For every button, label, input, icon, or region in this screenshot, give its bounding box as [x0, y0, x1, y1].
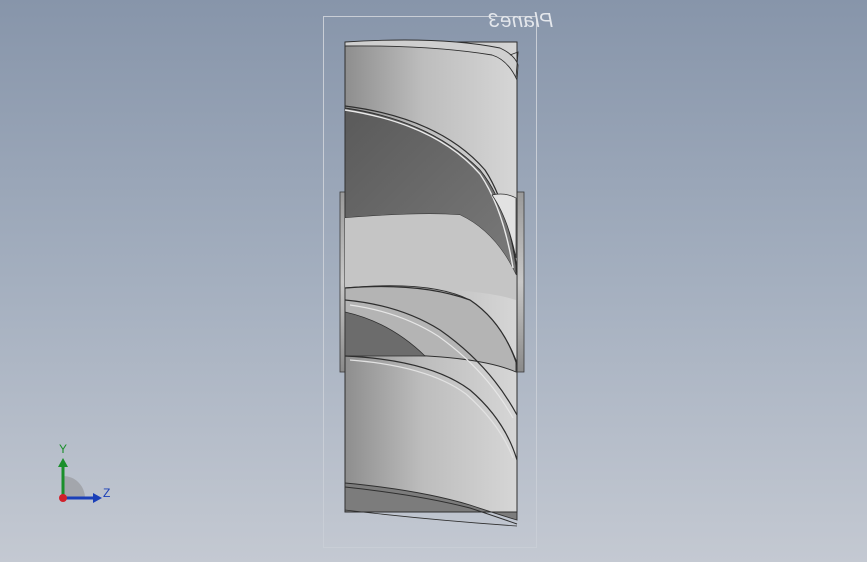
y-axis-label: Y — [59, 442, 68, 456]
impeller-model[interactable] — [0, 0, 867, 562]
z-axis-label: Z — [103, 486, 111, 500]
axis-triad: Y Z — [50, 440, 120, 510]
graphics-viewport[interactable]: Plane3 Y Z — [0, 0, 867, 562]
